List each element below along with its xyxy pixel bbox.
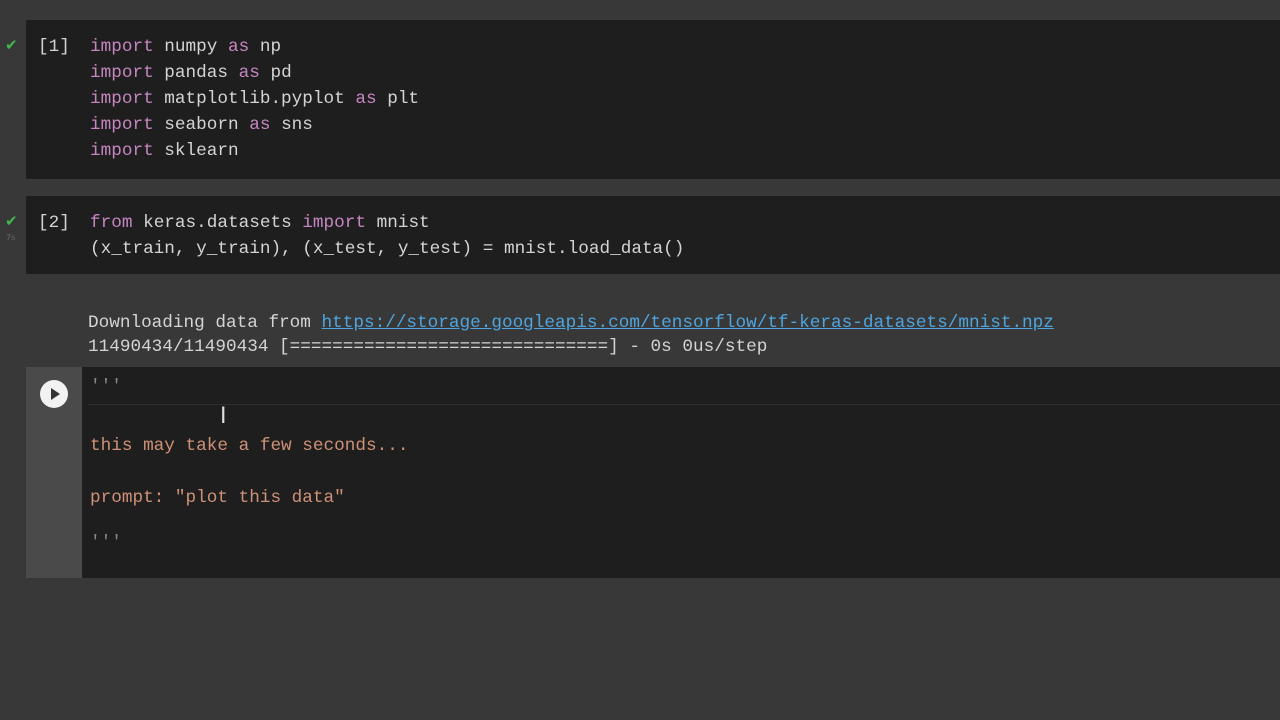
code-line: (x_train, y_train), (x_test, y_test) = m… bbox=[90, 236, 684, 262]
code-line: import numpy as np bbox=[90, 34, 281, 60]
code-cell-3[interactable] bbox=[26, 367, 1280, 578]
execution-time: 7s bbox=[6, 233, 16, 242]
keyword: as bbox=[238, 63, 260, 83]
progress-text: 11490434/11490434 [=====================… bbox=[88, 337, 768, 357]
code-line: import matplotlib.pyplot as plt bbox=[90, 86, 419, 112]
success-check-icon: ✔ bbox=[5, 212, 18, 230]
code-text: pandas bbox=[153, 63, 239, 83]
code-line: import sklearn bbox=[90, 138, 239, 164]
success-check-icon: ✔ bbox=[5, 36, 18, 54]
keyword: from bbox=[90, 213, 133, 233]
keyword: import bbox=[302, 213, 366, 233]
code-text: seaborn bbox=[153, 115, 250, 135]
code-text: np bbox=[249, 37, 282, 57]
cell-output: Downloading data from https://storage.go… bbox=[88, 287, 1054, 359]
code-line: from keras.datasets import mnist bbox=[90, 210, 430, 236]
code-text: (x_train, y_train), (x_test, y_test) = m… bbox=[90, 239, 685, 259]
code-text: keras.datasets bbox=[132, 213, 303, 233]
code-text: matplotlib.pyplot bbox=[153, 89, 356, 109]
keyword: as bbox=[355, 89, 377, 109]
run-cell-button[interactable] bbox=[40, 380, 68, 408]
code-line: ''' bbox=[90, 533, 122, 553]
code-line: this may take a few seconds... bbox=[90, 436, 409, 456]
keyword: import bbox=[90, 37, 154, 57]
divider bbox=[88, 404, 1280, 405]
code-line: ''' bbox=[90, 377, 122, 397]
keyword: import bbox=[90, 89, 154, 109]
execution-count: [2] bbox=[38, 213, 70, 233]
code-text: sklearn bbox=[153, 141, 239, 161]
keyword: import bbox=[90, 115, 154, 135]
code-line: prompt: "plot this data" bbox=[90, 488, 345, 508]
keyword: as bbox=[228, 37, 250, 57]
keyword: as bbox=[249, 115, 271, 135]
code-text: numpy bbox=[153, 37, 228, 57]
code-line: import pandas as pd bbox=[90, 60, 292, 86]
output-text: Downloading data from bbox=[88, 313, 322, 333]
dataset-link[interactable]: https://storage.googleapis.com/tensorflo… bbox=[322, 313, 1054, 333]
execution-count: [1] bbox=[38, 37, 70, 57]
code-text: plt bbox=[376, 89, 420, 109]
code-text: pd bbox=[259, 63, 292, 83]
code-text: mnist bbox=[365, 213, 430, 233]
code-text: sns bbox=[270, 115, 313, 135]
code-line: import seaborn as sns bbox=[90, 112, 313, 138]
text-cursor-icon: I bbox=[220, 404, 227, 429]
keyword: import bbox=[90, 63, 154, 83]
keyword: import bbox=[90, 141, 154, 161]
